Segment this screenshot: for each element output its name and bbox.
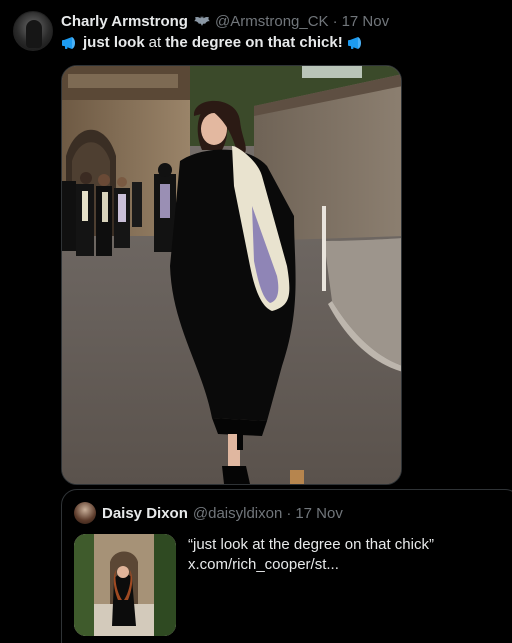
quoted-date[interactable]: 17 Nov [295, 505, 343, 522]
quoted-author-name[interactable]: Daisy Dixon [102, 505, 188, 522]
quoted-photo [74, 534, 176, 636]
tweet-text: just look at the degree on that chick! [61, 34, 365, 52]
tweet-text-part1: just look [83, 34, 145, 51]
megaphone-icon [62, 37, 75, 49]
tweet-header: Charly Armstrong @Armstrong_CK · 17 Nov [61, 12, 389, 30]
quoted-separator-dot: · [286, 504, 292, 522]
separator-dot: · [332, 12, 338, 30]
author-handle[interactable]: @Armstrong_CK [215, 13, 329, 30]
graduation-photo [62, 66, 401, 484]
author-name[interactable]: Charly Armstrong [61, 13, 188, 30]
quoted-header: Daisy Dixon @daisyldixon · 17 Nov [102, 504, 343, 522]
author-avatar[interactable] [13, 11, 53, 51]
megaphone-icon [347, 37, 361, 49]
quoted-link[interactable]: x.com/rich_cooper/st... [188, 555, 434, 575]
tweet-text-part3: the degree on that chick! [165, 34, 343, 51]
quoted-tweet[interactable]: Daisy Dixon @daisyldixon · 17 Nov “just … [61, 489, 512, 643]
quoted-author-avatar[interactable] [74, 502, 96, 524]
quoted-author-handle[interactable]: @daisyldixon [193, 505, 282, 522]
tweet-date[interactable]: 17 Nov [342, 13, 390, 30]
quoted-thumbnail[interactable] [74, 534, 176, 636]
quoted-text-line1: “just look at the degree on that chick” [188, 536, 434, 553]
tweet-photo[interactable] [61, 65, 402, 485]
tweet-text-part2: at [148, 34, 162, 51]
bat-icon [193, 16, 210, 26]
quoted-text: “just look at the degree on that chick” … [188, 535, 434, 575]
